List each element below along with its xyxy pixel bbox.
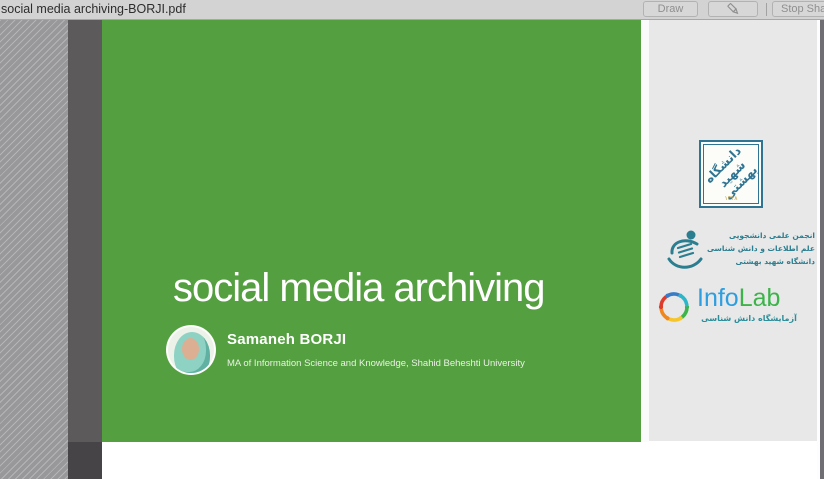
slide-side-panel: دانشگاه شهید بهشتی ۱۳۳۸ انجمن علمی دانشج… bbox=[649, 20, 817, 441]
stop-share-button[interactable]: Stop Sha bbox=[772, 1, 824, 17]
association-line-1: انجمن علمی دانشجویی bbox=[719, 230, 815, 243]
author-avatar bbox=[166, 325, 216, 375]
window-edge bbox=[820, 20, 824, 479]
avatar-face-shape bbox=[182, 338, 199, 360]
draw-button[interactable]: Draw bbox=[643, 1, 698, 17]
out-of-bounds-hatch-area bbox=[0, 20, 68, 479]
left-dark-strip-upper bbox=[68, 20, 102, 442]
left-dark-strip-lower bbox=[68, 442, 102, 479]
association-line-3: دانشگاه شهید بهشتی bbox=[719, 256, 815, 269]
presentation-slide: social media archiving Samaneh BORJI MA … bbox=[102, 20, 641, 442]
association-logo: انجمن علمی دانشجویی علم اطلاعات و دانش ش… bbox=[663, 226, 807, 278]
screen-share-view: { "titlebar": { "filename": "social medi… bbox=[0, 0, 824, 479]
slide-title: social media archiving bbox=[173, 266, 545, 310]
association-line-2: علم اطلاعات و دانش شناسی bbox=[719, 243, 815, 256]
infolab-wordmark: InfoLab bbox=[697, 284, 780, 313]
infolab-caption: آزمایشگاه دانش شناسی bbox=[697, 314, 801, 323]
infolab-logo: InfoLab آزمایشگاه دانش شناسی bbox=[653, 284, 813, 344]
pen-tool-button[interactable] bbox=[708, 1, 758, 17]
slide-panel-gap bbox=[641, 20, 649, 442]
page-area-below-slide bbox=[102, 442, 817, 479]
author-affiliation: MA of Information Science and Knowledge,… bbox=[227, 358, 525, 369]
document-title: social media archiving-BORJI.pdf bbox=[1, 2, 186, 16]
toolbar-separator bbox=[766, 3, 767, 16]
university-seal-border: دانشگاه شهید بهشتی ۱۳۳۸ bbox=[703, 144, 759, 204]
association-text: انجمن علمی دانشجویی علم اطلاعات و دانش ش… bbox=[719, 230, 815, 268]
infolab-word-lab: Lab bbox=[739, 284, 781, 312]
author-name: Samaneh BORJI bbox=[227, 331, 346, 348]
university-seal-logo: دانشگاه شهید بهشتی ۱۳۳۸ bbox=[699, 140, 763, 208]
left-dark-strip bbox=[68, 20, 102, 479]
infolab-word-info: Info bbox=[697, 284, 739, 312]
reader-figure-icon bbox=[663, 228, 705, 279]
title-bar: social media archiving-BORJI.pdf Draw St… bbox=[0, 0, 824, 20]
university-seal-year: ۱۳۳۸ bbox=[704, 195, 758, 202]
infolab-swirl-icon bbox=[655, 288, 693, 331]
pen-icon bbox=[726, 5, 740, 17]
